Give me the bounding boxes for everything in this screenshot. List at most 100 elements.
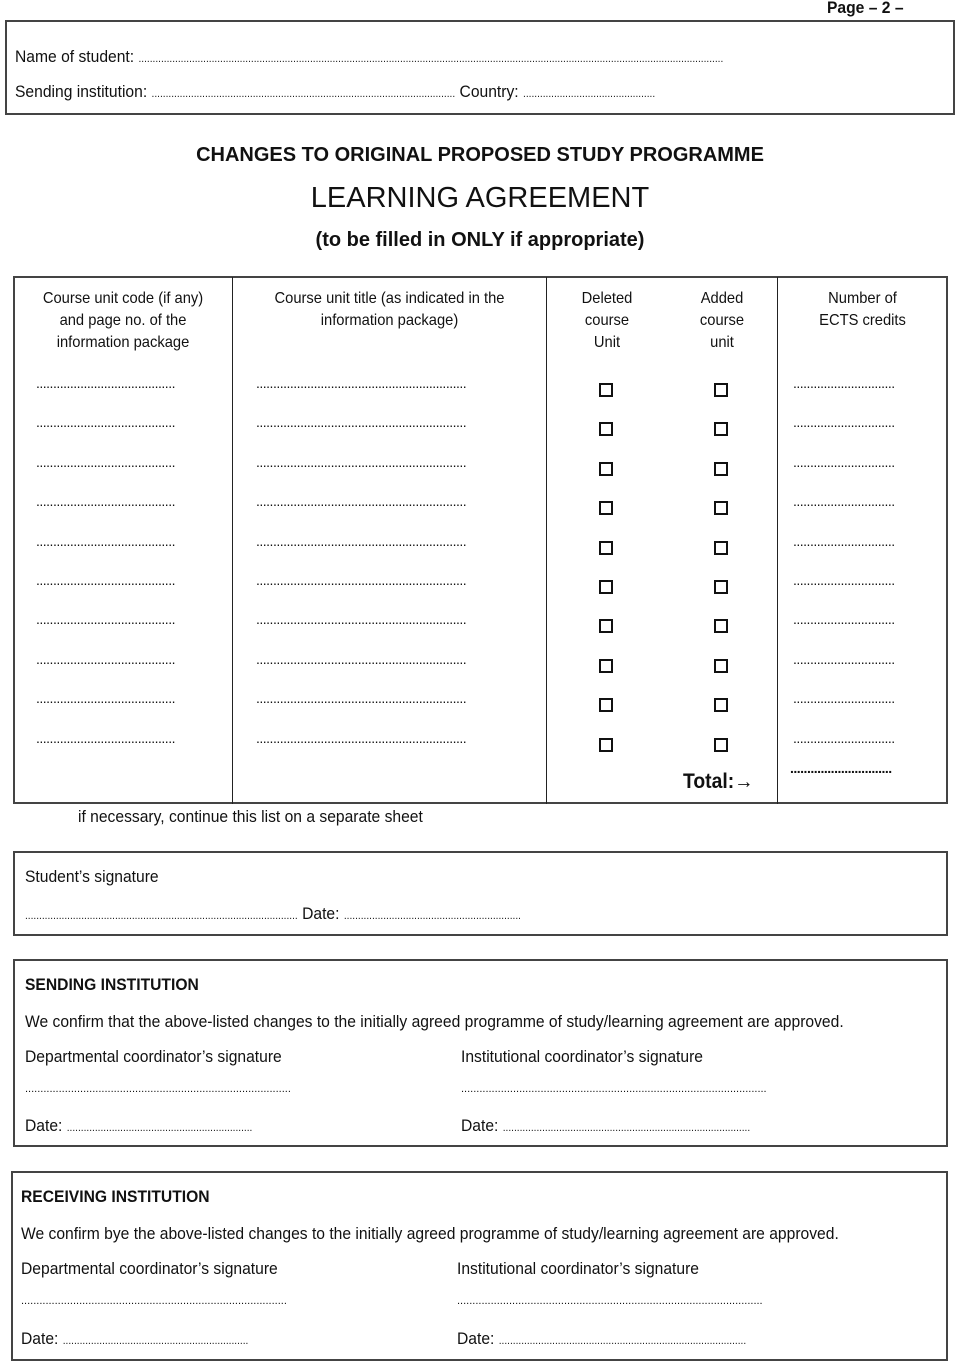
course-code-field[interactable]: ........................................…: [36, 414, 175, 430]
course-code-field[interactable]: ........................................…: [36, 730, 175, 746]
deleted-checkbox[interactable]: [599, 422, 613, 437]
credits-field[interactable]: ..............................: [793, 572, 895, 588]
deleted-checkbox[interactable]: [599, 658, 613, 673]
deleted-checkbox[interactable]: [599, 461, 613, 476]
credits-field[interactable]: ..............................: [793, 454, 895, 470]
course-title-field[interactable]: ........................................…: [256, 651, 467, 667]
course-code-field[interactable]: ........................................…: [36, 454, 175, 470]
table-divider: [546, 277, 547, 804]
course-code-field[interactable]: ........................................…: [36, 375, 175, 391]
student-date-label: Date:: [302, 904, 340, 923]
added-checkbox[interactable]: [714, 422, 728, 437]
deleted-checkbox[interactable]: [599, 580, 613, 594]
sending-dept-date-field[interactable]: ........................................…: [67, 1122, 253, 1134]
date-label: Date:: [21, 1329, 59, 1348]
credits-field[interactable]: ..............................: [793, 493, 895, 509]
receiving-inst-date-field[interactable]: ........................................…: [499, 1335, 746, 1347]
receiving-inst-signature-field[interactable]: ........................................…: [457, 1295, 763, 1307]
added-checkbox[interactable]: [714, 461, 728, 476]
fill-note-subtitle: (to be filled in ONLY if appropriate): [315, 229, 645, 251]
receiving-dept-signature-field[interactable]: ........................................…: [21, 1295, 287, 1307]
added-checkbox[interactable]: [714, 501, 728, 516]
course-title-field[interactable]: ........................................…: [256, 414, 467, 430]
credits-field[interactable]: ..............................: [793, 730, 895, 746]
sending-dept-date: Date: ..................................…: [25, 1116, 252, 1138]
continue-note: if necessary, continue this list on a se…: [78, 807, 423, 826]
sending-inst-signature-field[interactable]: ........................................…: [461, 1083, 767, 1095]
student-signature-line: ........................................…: [25, 904, 521, 926]
student-signature-label: Student’s signature: [25, 867, 159, 886]
student-name-label: Name of student:: [15, 47, 135, 66]
deleted-checkbox[interactable]: [599, 737, 613, 752]
deleted-checkbox[interactable]: [599, 501, 613, 516]
header-credits: Number of ECTS credits: [819, 290, 906, 329]
receiving-inst-date: Date: ..................................…: [457, 1329, 746, 1351]
added-checkbox[interactable]: [714, 737, 728, 752]
total-credits-field[interactable]: ..............................: [790, 760, 892, 776]
header-added: Added course unit: [699, 290, 745, 351]
institution-field[interactable]: ........................................…: [152, 88, 456, 100]
header-course-title: Course unit title (as indicated in the in…: [274, 290, 505, 329]
student-signature-box: Student’s signature ....................…: [13, 851, 948, 936]
credits-field[interactable]: ..............................: [793, 651, 895, 667]
sending-inst-date-field[interactable]: ........................................…: [503, 1122, 750, 1134]
header-course-code: Course unit code (if any) and page no. of…: [42, 290, 204, 351]
credits-field[interactable]: ..............................: [793, 690, 895, 706]
credits-field[interactable]: ..............................: [793, 533, 895, 549]
sending-inst-date: Date: ..................................…: [461, 1116, 750, 1138]
deleted-checkbox[interactable]: [599, 383, 613, 397]
sending-institution-box: SENDING INSTITUTION We confirm that the …: [13, 959, 948, 1147]
course-title-field[interactable]: ........................................…: [256, 533, 467, 549]
added-checkbox[interactable]: [714, 698, 728, 713]
added-checkbox[interactable]: [714, 619, 728, 634]
credits-field[interactable]: ..............................: [793, 375, 895, 391]
sending-statement: We confirm that the above-listed changes…: [25, 1012, 844, 1031]
deleted-checkbox[interactable]: [599, 698, 613, 713]
deleted-checkbox[interactable]: [599, 540, 613, 555]
course-title-field[interactable]: ........................................…: [256, 611, 467, 627]
header-deleted: Deleted course Unit: [581, 290, 633, 351]
deleted-checkbox[interactable]: [599, 619, 613, 634]
course-code-field[interactable]: ........................................…: [36, 690, 175, 706]
added-checkbox[interactable]: [714, 580, 728, 594]
course-title-field[interactable]: ........................................…: [256, 730, 467, 746]
student-info-box: Name of student: .......................…: [5, 20, 955, 115]
receiving-inst-label: Institutional coordinator’s signature: [457, 1259, 699, 1278]
student-name-field[interactable]: ........................................…: [138, 53, 723, 65]
course-code-field[interactable]: ........................................…: [36, 533, 175, 549]
receiving-institution-box: RECEIVING INSTITUTION We confirm bye the…: [11, 1171, 948, 1361]
sending-dept-label: Departmental coordinator’s signature: [25, 1047, 282, 1066]
credits-field[interactable]: ..............................: [793, 414, 895, 430]
country-field[interactable]: ........................................…: [523, 88, 655, 100]
added-checkbox[interactable]: [714, 383, 728, 397]
credits-field[interactable]: ..............................: [793, 611, 895, 627]
course-title-field[interactable]: ........................................…: [256, 572, 467, 588]
course-code-field[interactable]: ........................................…: [36, 611, 175, 627]
receiving-dept-label: Departmental coordinator’s signature: [21, 1259, 278, 1278]
institution-label: Sending institution:: [15, 82, 148, 101]
student-name-line: Name of student: .......................…: [15, 47, 723, 69]
added-checkbox[interactable]: [714, 658, 728, 673]
table-divider: [232, 277, 233, 804]
date-label: Date:: [461, 1116, 499, 1135]
added-checkbox[interactable]: [714, 540, 728, 555]
date-label: Date:: [457, 1329, 495, 1348]
course-title-field[interactable]: ........................................…: [256, 493, 467, 509]
sending-dept-signature-field[interactable]: ........................................…: [25, 1083, 291, 1095]
course-code-field[interactable]: ........................................…: [36, 651, 175, 667]
country-label: Country:: [459, 82, 519, 101]
sending-heading: SENDING INSTITUTION: [25, 975, 199, 994]
learning-agreement-title: LEARNING AGREEMENT: [310, 182, 650, 214]
table-divider: [777, 277, 778, 804]
receiving-dept-date-field[interactable]: ........................................…: [63, 1335, 249, 1347]
course-title-field[interactable]: ........................................…: [256, 690, 467, 706]
student-signature-field[interactable]: ........................................…: [25, 910, 298, 922]
course-title-field[interactable]: ........................................…: [256, 375, 467, 391]
course-code-field[interactable]: ........................................…: [36, 572, 175, 588]
course-code-field[interactable]: ........................................…: [36, 493, 175, 509]
course-title-field[interactable]: ........................................…: [256, 454, 467, 470]
receiving-dept-date: Date: ..................................…: [21, 1329, 248, 1351]
student-date-field[interactable]: ........................................…: [344, 910, 521, 922]
institution-line: Sending institution: ...................…: [15, 82, 655, 104]
page-number: Page – 2 –: [826, 0, 904, 17]
